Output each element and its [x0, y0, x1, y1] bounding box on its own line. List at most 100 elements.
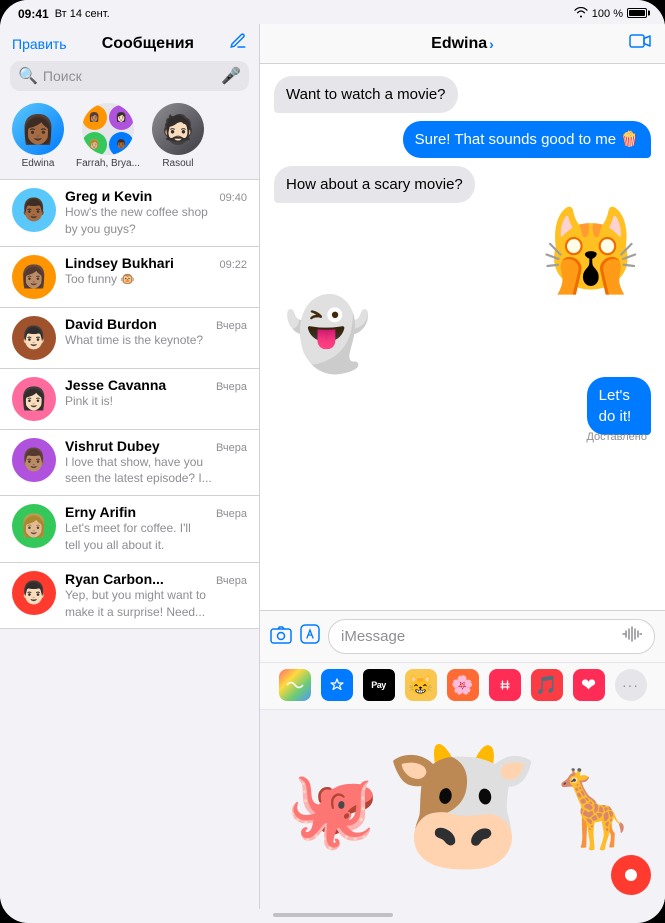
memoji-app-icon[interactable]: 😸: [405, 669, 437, 701]
msg-name: Vishrut Dubey: [65, 438, 160, 454]
msg-name: Erny Arifin: [65, 504, 136, 520]
main-layout: Править Сообщения 🔍 Поиск 🎤: [0, 24, 665, 909]
message-row: Want to watch a movie?: [274, 76, 651, 113]
avatar: 👨🏽: [12, 438, 56, 482]
camera-button[interactable]: [270, 624, 292, 650]
msg-preview-2: by you guys?: [65, 221, 247, 238]
music-app-icon[interactable]: 🎵: [531, 669, 563, 701]
messages-header: Править Сообщения: [0, 24, 259, 61]
memoji-sticker: 🙀: [541, 211, 651, 291]
msg-time: 09:22: [219, 259, 247, 271]
list-item[interactable]: 👩🏻 Jesse Cavanna Вчера Pink it is!: [0, 369, 259, 430]
avatar: 👨🏻: [12, 316, 56, 360]
msg-preview: Let's meet for coffee. I'll: [65, 520, 247, 537]
messages-title: Сообщения: [102, 35, 194, 53]
msg-preview-2: make it a surprise! Need...: [65, 604, 247, 621]
animoji-giraffe[interactable]: 🦒: [546, 772, 639, 847]
battery-icon: [627, 8, 647, 21]
list-item[interactable]: 👨🏾 Greg и Kevin 09:40 How's the new coff…: [0, 179, 259, 247]
status-right: 100 %: [574, 7, 647, 21]
message-row-ghost: 👻: [274, 299, 651, 369]
message-bubble: Let's do it!: [587, 377, 651, 435]
input-bar: iMessage: [260, 610, 665, 662]
msg-preview: How's the new coffee shop: [65, 204, 247, 221]
list-item[interactable]: 👨🏻 David Burdon Вчера What time is the k…: [0, 308, 259, 369]
list-item[interactable]: 👨🏽 Vishrut Dubey Вчера I love that show,…: [0, 430, 259, 497]
avatar: 👨🏻: [12, 571, 56, 615]
chat-header: Edwina ›: [260, 24, 665, 64]
animoji-cow[interactable]: 🐮: [384, 741, 542, 868]
chat-panel: Edwina › Want to watch a movie? S: [260, 24, 665, 909]
app-icons-row: Pay 😸 🌸 🎵 ❤: [260, 662, 665, 709]
waveform-icon: [622, 626, 642, 647]
msg-name: Jesse Cavanna: [65, 377, 166, 393]
pinned-name-group: Farrah, Brya...: [76, 158, 140, 169]
avatar: 👨🏾: [12, 188, 56, 232]
msg-content: David Burdon Вчера What time is the keyn…: [65, 316, 247, 349]
appstore-app-icon[interactable]: [321, 669, 353, 701]
avatar: 👩🏻: [12, 377, 56, 421]
list-item[interactable]: 👩🏼 Erny Arifin Вчера Let's meet for coff…: [0, 496, 259, 563]
msg-name: Lindsey Bukhari: [65, 255, 174, 271]
animoji-area: 🐙 🐮 🦒: [260, 709, 665, 909]
home-indicator: [273, 913, 393, 917]
message-bubble: Want to watch a movie?: [274, 76, 458, 113]
animoji-octopus[interactable]: 🐙: [286, 772, 379, 847]
status-bar: 09:41 Вт 14 сент. 100 %: [0, 0, 665, 24]
msg-preview-2: seen the latest episode? I...: [65, 470, 247, 487]
chevron-icon: ›: [489, 36, 494, 52]
msg-preview: What time is the keynote?: [65, 332, 247, 349]
hashtag-app-icon[interactable]: [489, 669, 521, 701]
messages-panel: Править Сообщения 🔍 Поиск 🎤: [0, 24, 260, 909]
msg-time: Вчера: [216, 508, 247, 520]
wifi-icon: [574, 7, 588, 21]
compose-button[interactable]: [229, 32, 247, 55]
mic-icon: 🎤: [221, 66, 241, 86]
edit-button[interactable]: Править: [12, 36, 67, 52]
list-item[interactable]: 👩🏽 Lindsey Bukhari 09:22 Too funny 🐵: [0, 247, 259, 308]
msg-time: Вчера: [216, 320, 247, 332]
status-time: 09:41: [18, 7, 49, 21]
search-bar[interactable]: 🔍 Поиск 🎤: [10, 61, 249, 91]
delivered-status: Доставлено: [586, 431, 651, 443]
message-row: Sure! That sounds good to me 🍿: [274, 121, 651, 158]
pinned-contact-group[interactable]: 👩🏽 👩🏻 👩🏼 👨🏾 Farrah, Brya...: [76, 103, 140, 169]
record-button[interactable]: [611, 855, 651, 895]
msg-time: Вчера: [216, 575, 247, 587]
applepay-app-icon[interactable]: Pay: [363, 669, 395, 701]
chat-contact-name[interactable]: Edwina ›: [431, 35, 494, 53]
search-placeholder: Поиск: [43, 68, 216, 84]
msg-content: Erny Arifin Вчера Let's meet for coffee.…: [65, 504, 247, 554]
applepay-label: Pay: [371, 680, 386, 690]
battery-percentage: 100 %: [592, 8, 623, 20]
msg-time: 09:40: [219, 192, 247, 204]
msg-content: Jesse Cavanna Вчера Pink it is!: [65, 377, 247, 410]
msg-preview-2: tell you all about it.: [65, 537, 247, 554]
more-app-icon[interactable]: ···: [615, 669, 647, 701]
msg-content: Ryan Carbon... Вчера Yep, but you might …: [65, 571, 247, 621]
ghost-sticker: 👻: [274, 299, 371, 369]
msg-content: Lindsey Bukhari 09:22 Too funny 🐵: [65, 255, 247, 288]
msg-preview: Yep, but you might want to: [65, 587, 247, 604]
app-store-button[interactable]: [300, 624, 320, 650]
stickers-app-icon[interactable]: 🌸: [447, 669, 479, 701]
list-item[interactable]: 👨🏻 Ryan Carbon... Вчера Yep, but you mig…: [0, 563, 259, 630]
msg-content: Vishrut Dubey Вчера I love that show, ha…: [65, 438, 247, 488]
pinned-contact-rasoul[interactable]: 🧔🏻 Rasoul: [152, 103, 204, 169]
imessage-input[interactable]: iMessage: [328, 619, 655, 654]
heart-app-icon[interactable]: ❤: [573, 669, 605, 701]
video-call-button[interactable]: [629, 33, 651, 54]
message-bubble: Sure! That sounds good to me 🍿: [403, 121, 651, 158]
pinned-contact-edwina[interactable]: 👩🏾 Edwina: [12, 103, 64, 169]
msg-preview: I love that show, have you: [65, 454, 247, 471]
message-row-memoji: 🙀: [274, 211, 651, 291]
message-row: Let's do it!: [559, 377, 651, 435]
avatar: 👩🏽: [12, 255, 56, 299]
message-row: How about a scary movie?: [274, 166, 651, 203]
msg-time: Вчера: [216, 442, 247, 454]
ipad-frame: 09:41 Вт 14 сент. 100 % Править Сообщени…: [0, 0, 665, 923]
photos-app-icon[interactable]: [279, 669, 311, 701]
pinned-name-rasoul: Rasoul: [162, 158, 193, 169]
avatar: 👩🏼: [12, 504, 56, 548]
message-row-letsdo: Let's do it! Доставлено: [274, 377, 651, 443]
